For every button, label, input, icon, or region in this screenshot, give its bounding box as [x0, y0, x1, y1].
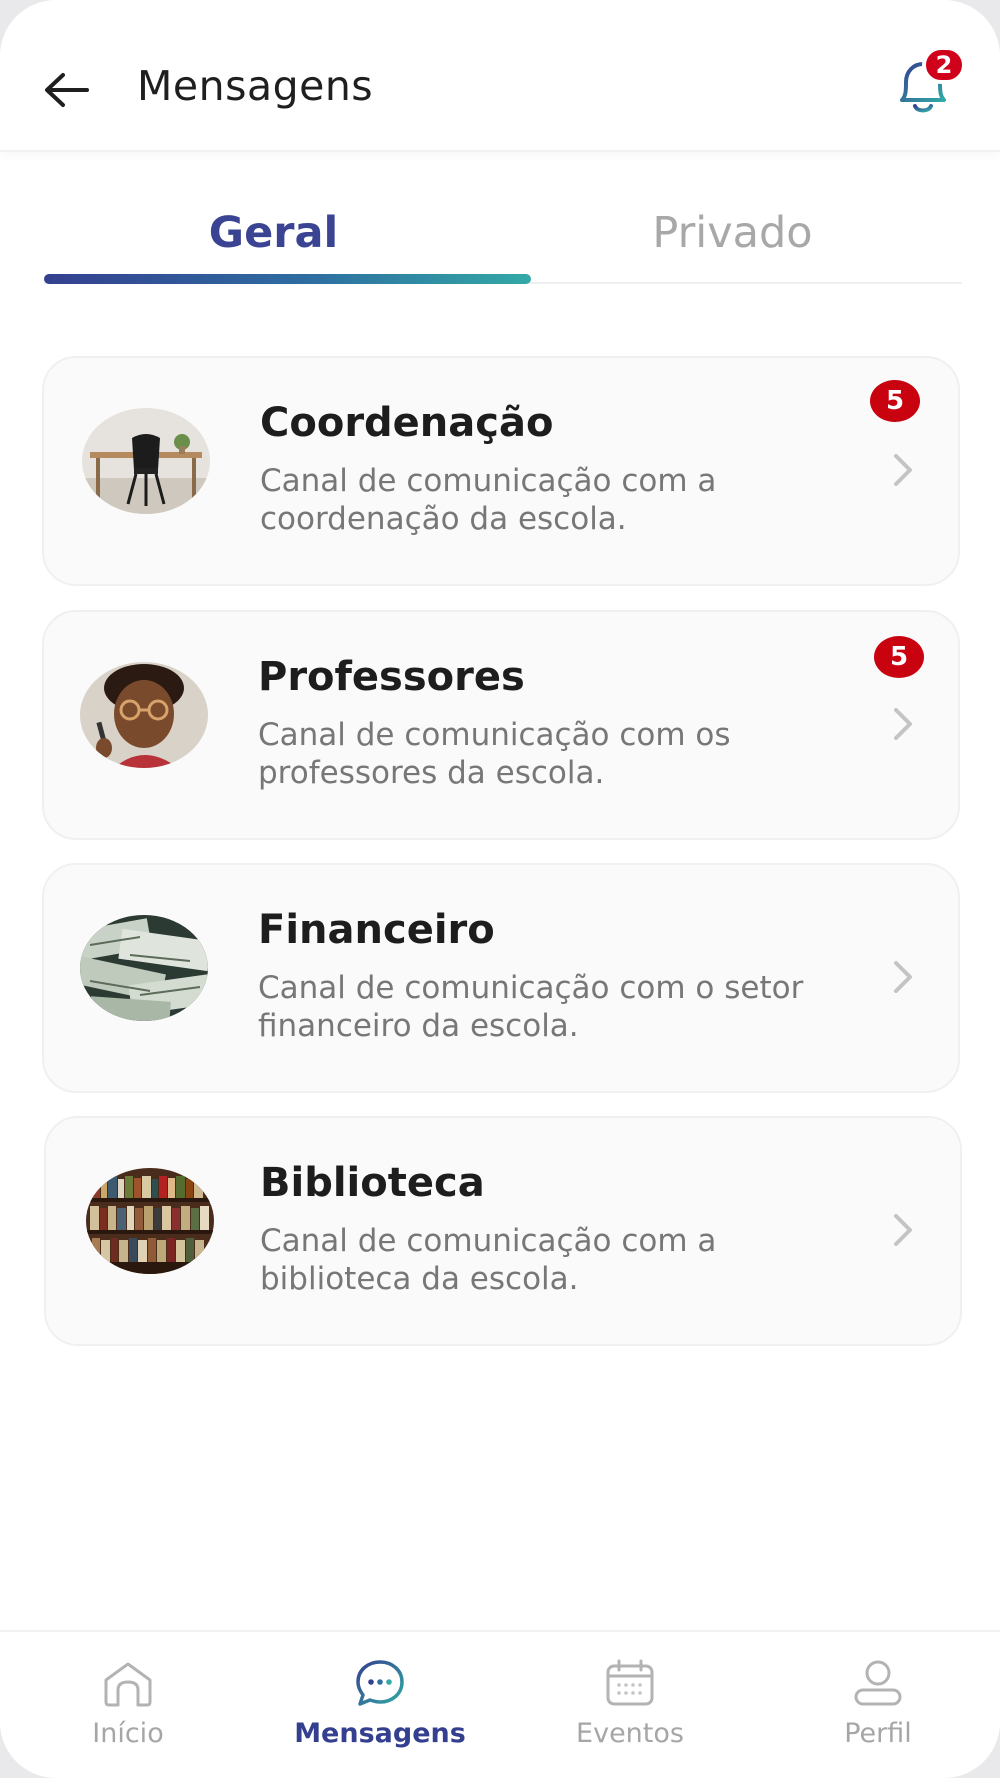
channel-description: Canal de comunicação com a biblioteca da… [260, 1223, 717, 1297]
unread-badge: 5 [874, 636, 924, 678]
bottom-navigation: Início Mensagens Eventos Perfil [0, 1630, 1000, 1778]
page-title: Mensagens [137, 62, 374, 110]
channel-title: Financeiro [258, 907, 495, 953]
bookshelf-photo [86, 1168, 214, 1274]
arrow-left-icon [45, 73, 89, 107]
chat-icon [356, 1660, 404, 1706]
calendar-icon [606, 1659, 654, 1706]
nav-label: Eventos [576, 1718, 684, 1749]
nav-perfil[interactable]: Perfil [778, 1658, 978, 1758]
channel-description: Canal de comunicação com os professores … [258, 717, 731, 791]
money-photo [80, 915, 208, 1021]
channel-title: Biblioteca [260, 1160, 485, 1206]
desk-chair-photo [82, 408, 210, 514]
chevron-right-icon [894, 708, 912, 740]
user-icon [854, 1660, 902, 1706]
channel-title: Professores [258, 654, 525, 700]
home-icon [104, 1662, 152, 1707]
app-screen: Mensagens 2 Geral Privado Coordenação Ca… [0, 0, 1000, 1778]
tab-privado[interactable]: Privado [503, 208, 962, 258]
channel-description: Canal de comunicação com o setor finance… [258, 970, 804, 1044]
top-bar: Mensagens 2 [0, 0, 1000, 152]
channel-description: Canal de comunicação com a coordenação d… [260, 463, 717, 537]
unread-badge: 5 [870, 380, 920, 422]
nav-label: Mensagens [294, 1718, 466, 1749]
channel-title: Coordenação [260, 400, 554, 446]
back-button[interactable] [40, 64, 92, 116]
channel-card-financeiro[interactable]: Financeiro Canal de comunicação com o se… [42, 863, 960, 1093]
channel-card-coordenacao[interactable]: Coordenação Canal de comunicação com a c… [42, 356, 960, 586]
notification-badge: 2 [922, 46, 966, 84]
nav-inicio[interactable]: Início [28, 1658, 228, 1758]
nav-mensagens[interactable]: Mensagens [280, 1658, 480, 1758]
nav-eventos[interactable]: Eventos [530, 1658, 730, 1758]
active-tab-indicator [44, 274, 531, 284]
chevron-right-icon [894, 961, 912, 993]
chevron-right-icon [894, 454, 912, 486]
chevron-right-icon [894, 1214, 912, 1246]
channel-card-biblioteca[interactable]: Biblioteca Canal de comunicação com a bi… [44, 1116, 962, 1346]
tab-bar: Geral Privado [44, 190, 962, 286]
channel-card-professores[interactable]: Professores Canal de comunicação com os … [42, 610, 960, 840]
nav-label: Perfil [844, 1718, 912, 1749]
teacher-photo [80, 662, 208, 768]
tab-geral[interactable]: Geral [44, 208, 503, 258]
nav-label: Início [92, 1718, 164, 1749]
